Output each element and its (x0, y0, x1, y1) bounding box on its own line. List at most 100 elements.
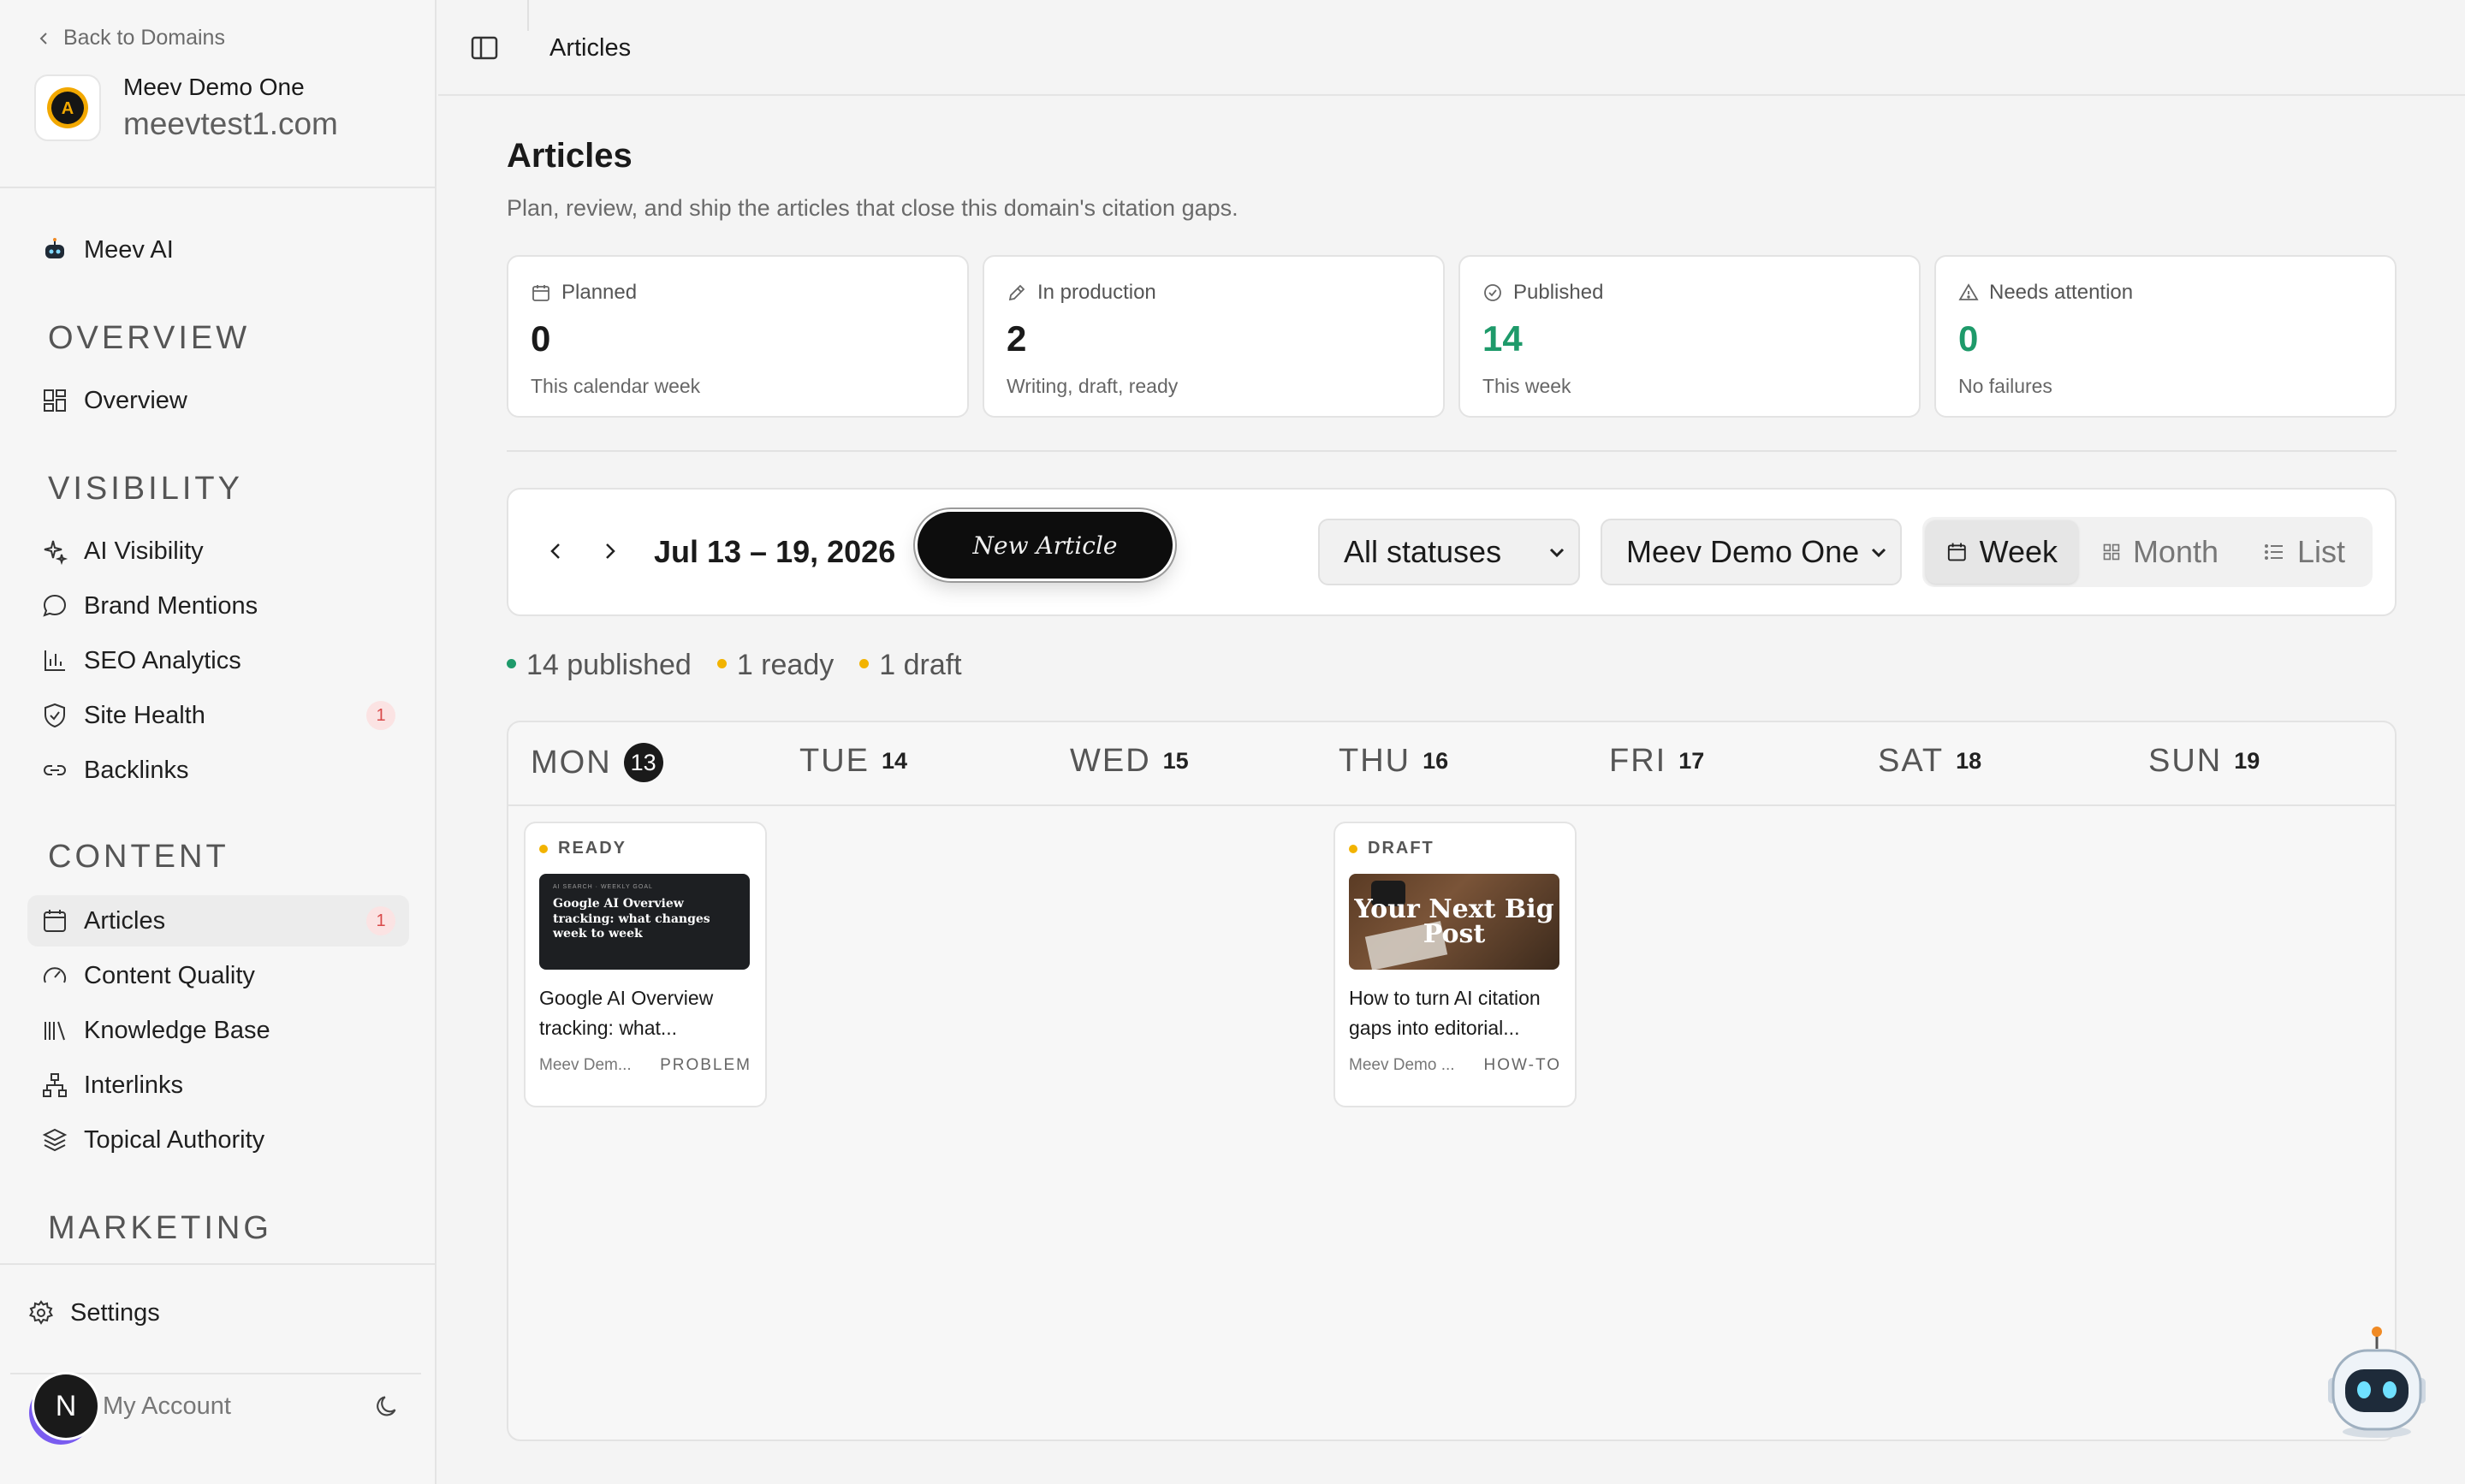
new-article-button[interactable]: New Article (918, 512, 1173, 579)
day-header-sat: SAT 18 (1878, 743, 1982, 779)
nav-ai-visibility-label: AI Visibility (84, 537, 204, 565)
calendar-icon (41, 907, 68, 935)
chat-bubble-icon (41, 592, 68, 620)
week-calendar: MON 13 TUE 14 WED 15 THU 16 FRI 17 SAT 18 SUN 1… (507, 721, 2397, 1441)
stat-card-in-production: In production 2 Writing, draft, ready (983, 255, 1445, 418)
stat-value: 0 (531, 318, 551, 359)
stat-note: Writing, draft, ready (1007, 375, 1179, 397)
robot-icon (41, 236, 68, 264)
nav-meev-ai-label: Meev AI (84, 235, 174, 264)
stat-note: No failures (1958, 375, 2052, 397)
prev-week-icon[interactable] (541, 536, 572, 567)
chevron-left-icon (39, 32, 47, 45)
article-thumbnail: AI SEARCH · WEEKLY GOAL Google AI Overvi… (539, 874, 750, 970)
nav-articles[interactable]: Articles 1 (27, 895, 409, 947)
nav-knowledge-base[interactable]: Knowledge Base (27, 1005, 409, 1056)
view-list-button[interactable]: List (2242, 520, 2369, 584)
moon-icon[interactable] (373, 1392, 402, 1421)
article-tag: HOW-TO (1483, 1056, 1561, 1074)
view-list-label: List (2297, 534, 2346, 569)
stat-note: This calendar week (531, 375, 701, 397)
avatar: N (34, 1374, 98, 1438)
status-filter-value: All statuses (1344, 534, 1502, 569)
stat-label: Published (1513, 281, 1604, 304)
nav-seo-analytics[interactable]: SEO Analytics (27, 635, 409, 686)
status-filter-select[interactable]: All statuses (1318, 519, 1580, 585)
pencil-icon (1008, 284, 1025, 301)
article-thumbnail: Your Next Big Post (1349, 874, 1559, 970)
stat-label: In production (1037, 281, 1156, 304)
svg-text:A: A (62, 99, 74, 118)
chevron-down-icon (1871, 548, 1886, 558)
chevron-down-icon (1549, 548, 1565, 558)
legend-published: 14 published (507, 649, 692, 682)
topbar-separator (527, 0, 529, 31)
assistant-robot-icon[interactable] (2321, 1325, 2432, 1439)
account-row[interactable]: N My Account (34, 1374, 402, 1438)
calendar-icon (1947, 543, 1966, 561)
article-title: Google AI Overview tracking: what... (539, 987, 714, 1039)
next-week-icon[interactable] (594, 536, 625, 567)
sidebar: Back to Domains A Meev Demo One meevtest… (0, 0, 437, 1484)
nav-backlinks[interactable]: Backlinks (27, 745, 409, 796)
status-badge: DRAFT (1349, 839, 1561, 858)
legend-draft: 1 draft (859, 649, 962, 682)
date-range: Jul 13 – 19, 2026 (654, 534, 896, 569)
domain-card[interactable]: A Meev Demo One meevtest1.com (34, 74, 338, 142)
link-icon (41, 757, 68, 784)
grid-icon (41, 387, 68, 414)
nav-settings[interactable]: Settings (14, 1287, 395, 1339)
domain-filter-value: Meev Demo One (1626, 534, 1860, 569)
section-visibility: VISIBILITY (48, 471, 243, 507)
article-card[interactable]: READY AI SEARCH · WEEKLY GOAL Google AI … (524, 822, 767, 1107)
nav-meev-ai[interactable]: Meev AI (27, 224, 409, 276)
calendar-icon (532, 285, 549, 301)
library-icon (41, 1017, 68, 1044)
section-overview: OVERVIEW (48, 320, 251, 356)
nav-overview[interactable]: Overview (27, 375, 409, 426)
nav-content-quality[interactable]: Content Quality (27, 950, 409, 1001)
topbar: Articles (438, 0, 2465, 96)
nav-brand-mentions[interactable]: Brand Mentions (27, 580, 409, 632)
stat-label: Needs attention (1989, 281, 2134, 304)
stat-card-published: Published 14 This week (1458, 255, 1921, 418)
section-content: CONTENT (48, 839, 229, 875)
nav-site-health-label: Site Health (84, 701, 205, 729)
stat-card-planned: Planned 0 This calendar week (507, 255, 969, 418)
article-title: How to turn AI citation gaps into editor… (1349, 987, 1541, 1039)
sidebar-divider (0, 1263, 435, 1265)
article-card[interactable]: DRAFT Your Next Big Post How to turn AI … (1333, 822, 1577, 1107)
calendar-toolbar: Jul 13 – 19, 2026 New Article All status… (507, 488, 2397, 616)
nav-topical-authority[interactable]: Topical Authority (27, 1114, 409, 1166)
nav-overview-label: Overview (84, 386, 187, 414)
sidebar-toggle-icon[interactable] (469, 33, 500, 63)
domain-filter-select[interactable]: Meev Demo One (1601, 519, 1902, 585)
view-week-button[interactable]: Week (1926, 520, 2078, 584)
breadcrumb: Articles (549, 34, 632, 62)
back-to-domains-link[interactable]: Back to Domains (36, 26, 225, 50)
nav-interlinks[interactable]: Interlinks (27, 1060, 409, 1111)
nav-articles-label: Articles (84, 906, 166, 935)
shield-check-icon (41, 702, 68, 729)
view-week-label: Week (1979, 534, 2058, 569)
status-badge: READY (539, 839, 751, 858)
sidebar-divider (0, 187, 435, 188)
nav-site-health[interactable]: Site Health 1 (27, 690, 409, 741)
day-header-wed: WED 15 (1070, 743, 1189, 779)
section-divider (507, 450, 2397, 452)
nav-interlinks-label: Interlinks (84, 1071, 184, 1099)
nav-ai-visibility[interactable]: AI Visibility (27, 525, 409, 577)
stat-card-needs-attention: Needs attention 0 No failures (1934, 255, 2397, 418)
site-health-badge: 1 (366, 701, 395, 730)
article-tag: PROBLEM (660, 1056, 751, 1074)
gauge-icon (41, 962, 68, 989)
article-domain: Meev Dem... (539, 1056, 632, 1074)
nav-settings-label: Settings (70, 1298, 160, 1327)
stat-note: This week (1482, 375, 1571, 397)
day-header-sun: SUN 19 (2148, 743, 2260, 779)
nav-content-quality-label: Content Quality (84, 961, 255, 989)
view-month-button[interactable]: Month (2082, 520, 2239, 584)
warning-icon (1958, 283, 1979, 300)
today-marker: 13 (623, 743, 663, 782)
nav-seo-analytics-label: SEO Analytics (84, 646, 241, 674)
